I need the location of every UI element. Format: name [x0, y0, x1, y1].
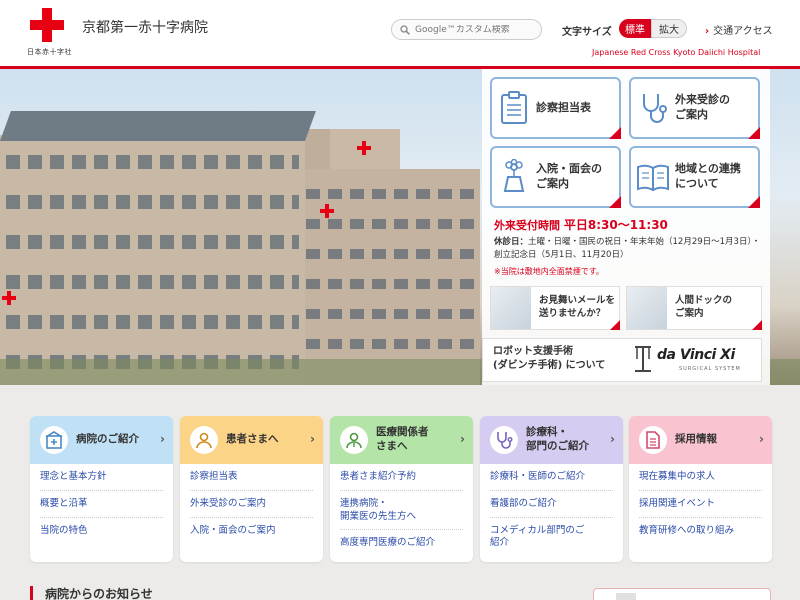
- hours-time: 平日8:30〜11:30: [563, 218, 668, 232]
- document-icon: [646, 431, 660, 449]
- building-cross-icon: [357, 141, 371, 155]
- news-side-banner[interactable]: [593, 588, 771, 600]
- chevron-right-icon: ›: [610, 432, 615, 446]
- card-header[interactable]: 診療科・ 部門のご紹介 ›: [480, 416, 623, 464]
- flower-vase-icon: [503, 159, 525, 192]
- hospital-icon: [45, 431, 63, 449]
- card-link[interactable]: 外来受診のご案内: [190, 491, 313, 518]
- quick-link-label: 診察担当表: [536, 100, 591, 114]
- card-patients: 患者さまへ › 診察担当表 外来受診のご案内 入院・面会のご案内: [180, 416, 323, 562]
- font-size-standard-button[interactable]: 標準: [619, 19, 651, 38]
- banner-label: 人間ドックの ご案内: [675, 295, 733, 319]
- site-header: 日本赤十字社 京都第一赤十字病院 文字サイズ 標準 拡大 ›交通アクセス Jap…: [0, 0, 800, 66]
- hospital-name[interactable]: 京都第一赤十字病院: [82, 17, 208, 37]
- card-title: 患者さまへ: [226, 433, 279, 446]
- card-link[interactable]: 当院の特色: [40, 518, 163, 544]
- card-recruitment: 採用情報 › 現在募集中の求人 採用関連イベント 教育研修への取り組み: [629, 416, 772, 562]
- banner-health-checkup[interactable]: 人間ドックの ご案内: [626, 286, 762, 330]
- chevron-right-icon: ›: [759, 432, 764, 446]
- davinci-logo-text: da Vinci Xi: [657, 347, 735, 363]
- font-size-label: 文字サイズ: [562, 27, 612, 38]
- org-name: 日本赤十字社: [27, 48, 72, 56]
- card-header[interactable]: 採用情報 ›: [629, 416, 772, 464]
- card-medical-professionals: 医療関係者 さまへ › 患者さま紹介予約 連携病院・ 開業医の先生方へ 高度専門…: [330, 416, 473, 562]
- card-hospital-intro: 病院のご紹介 › 理念と基本方針 概要と沿革 当院の特色: [30, 416, 173, 562]
- robot-surgery-label: ロボット支援手術 (ダビンチ手術) について: [493, 346, 606, 371]
- book-icon: [637, 164, 669, 191]
- quick-link-label: 外来受診の ご案内: [675, 93, 730, 121]
- building-right: [300, 169, 480, 385]
- chevron-right-icon: ›: [460, 432, 465, 446]
- stethoscope-icon: [497, 432, 513, 449]
- card-link[interactable]: 理念と基本方針: [40, 464, 163, 491]
- quick-link-admission[interactable]: 入院・面会の ご案内: [490, 146, 621, 208]
- card-title: 診療科・ 部門のご紹介: [526, 426, 589, 452]
- quick-link-label: 入院・面会の ご案内: [536, 162, 602, 190]
- closed-days-label: 休診日：: [494, 237, 529, 247]
- stethoscope-icon: [643, 94, 667, 123]
- davinci-logo-sub: SURGICAL SYSTEM: [679, 366, 741, 372]
- card-link[interactable]: 看護部のご紹介: [490, 491, 613, 518]
- news-side-thumbnail: [616, 593, 636, 600]
- chevron-right-icon: ›: [160, 432, 165, 446]
- nurse-photo: [491, 287, 531, 329]
- card-link[interactable]: 高度専門医療のご紹介: [340, 530, 463, 556]
- card-header[interactable]: 医療関係者 さまへ ›: [330, 416, 473, 464]
- font-size-large-button[interactable]: 拡大: [651, 19, 687, 38]
- card-link[interactable]: 診察担当表: [190, 464, 313, 491]
- closed-days: 休診日：土曜・日曜・国民の祝日・年末年始（12月29日〜1月3日）・創立記念日（…: [494, 236, 762, 262]
- card-link[interactable]: 診療科・医師のご紹介: [490, 464, 613, 491]
- no-smoking-note: ※当院は敷地内全面禁煙です。: [494, 267, 604, 276]
- outpatient-hours: 外来受付時間 平日8:30〜11:30: [494, 216, 668, 233]
- closed-days-text: 土曜・日曜・国民の祝日・年末年始（12月29日〜1月3日）・創立記念日（5月1日…: [494, 237, 761, 261]
- card-title: 採用情報: [675, 433, 717, 446]
- hours-label: 外来受付時間: [494, 219, 560, 232]
- english-hospital-name: Japanese Red Cross Kyoto Daiichi Hospita…: [592, 48, 761, 57]
- banner-label: お見舞いメールを 送りませんか？: [539, 295, 616, 319]
- building-cross-icon: [320, 204, 334, 218]
- mri-photo: [627, 287, 667, 329]
- access-link[interactable]: › 交通アクセス: [705, 22, 773, 37]
- davinci-logo: da Vinci Xi SURGICAL SYSTEM: [631, 346, 759, 375]
- search-input[interactable]: [415, 24, 535, 35]
- building-left: [0, 111, 316, 385]
- clipboard-icon: [501, 91, 527, 124]
- access-link-label: 交通アクセス: [713, 26, 773, 37]
- card-link[interactable]: 連携病院・ 開業医の先生方へ: [340, 491, 463, 531]
- search-icon: [400, 24, 410, 35]
- card-departments: 診療科・ 部門のご紹介 › 診療科・医師のご紹介 看護部のご紹介 コメディカル部…: [480, 416, 623, 562]
- card-link[interactable]: 入院・面会のご案内: [190, 518, 313, 544]
- card-title: 病院のご紹介: [76, 433, 139, 446]
- chevron-right-icon: ›: [310, 432, 315, 446]
- card-link[interactable]: 採用関連イベント: [639, 491, 762, 518]
- card-title: 医療関係者 さまへ: [376, 426, 429, 452]
- card-link[interactable]: 現在募集中の求人: [639, 464, 762, 491]
- surgical-robot-icon: [635, 346, 651, 372]
- chevron-right-icon: ›: [705, 26, 710, 37]
- search-box[interactable]: [391, 19, 542, 40]
- red-cross-logo-icon[interactable]: [30, 8, 64, 42]
- quick-link-label: 地域との連携 について: [675, 162, 741, 190]
- quick-link-schedule[interactable]: 診察担当表: [490, 77, 621, 139]
- card-link[interactable]: コメディカル部門のご 紹介: [490, 518, 613, 557]
- banner-robot-surgery[interactable]: ロボット支援手術 (ダビンチ手術) について da Vinci Xi SURGI…: [482, 338, 762, 382]
- quick-link-outpatient[interactable]: 外来受診の ご案内: [629, 77, 760, 139]
- quick-link-regional[interactable]: 地域との連携 について: [629, 146, 760, 208]
- card-link[interactable]: 患者さま紹介予約: [340, 464, 463, 491]
- card-link[interactable]: 概要と沿革: [40, 491, 163, 518]
- building-cross-icon: [2, 291, 16, 305]
- news-section-title: 病院からのお知らせ: [30, 586, 153, 600]
- card-link[interactable]: 教育研修への取り組み: [639, 518, 762, 544]
- card-header[interactable]: 患者さまへ ›: [180, 416, 323, 464]
- card-header[interactable]: 病院のご紹介 ›: [30, 416, 173, 464]
- banner-get-well-mail[interactable]: お見舞いメールを 送りませんか？: [490, 286, 620, 330]
- person-icon: [196, 432, 212, 449]
- doctor-icon: [346, 432, 362, 449]
